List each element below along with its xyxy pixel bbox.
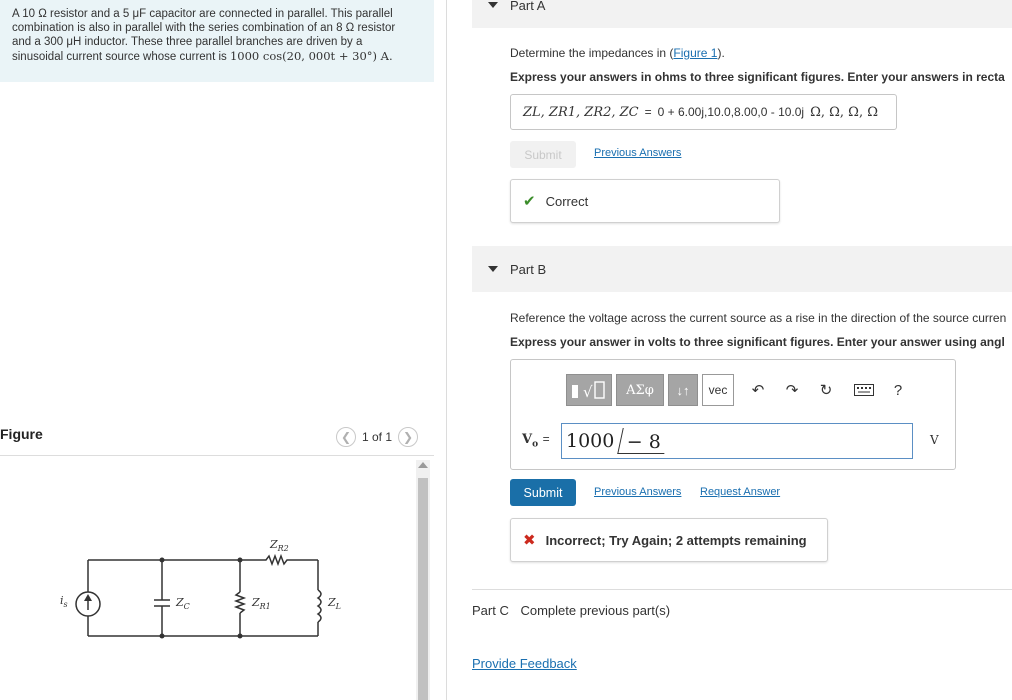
part-a-answer-field: ZL, ZR1, ZR2, ZC = 0 + 6.00j,10.0,8.00,0… xyxy=(510,94,897,130)
part-b-feedback: ✖ Incorrect; Try Again; 2 attempts remai… xyxy=(510,518,828,562)
part-b-submit-button[interactable]: Submit xyxy=(510,479,576,506)
part-b-header[interactable]: Part B xyxy=(472,246,1012,292)
templates-button[interactable]: √ xyxy=(566,374,612,406)
answer-value: 0 + 6.00j,10.0,8.00,0 - 10.0j xyxy=(657,105,805,119)
undo-icon[interactable]: ↶ xyxy=(744,376,772,404)
magnitude-value: 1000 xyxy=(566,430,615,452)
problem-line: and a 300 μH inductor. These three paral… xyxy=(12,36,363,48)
request-answer-link[interactable]: Request Answer xyxy=(700,486,780,498)
figure-scroll-thumb[interactable] xyxy=(418,478,428,700)
x-mark-icon: ✖ xyxy=(523,532,536,549)
part-b-label: Part B xyxy=(510,261,547,277)
part-b-instruction: Express your answer in volts to three si… xyxy=(510,335,1005,349)
next-figure-button[interactable]: ❯ xyxy=(398,427,419,447)
part-a-instruction: Express your answers in ohms to three si… xyxy=(510,70,1005,84)
answer-units: Ω, Ω, Ω, Ω xyxy=(810,104,879,120)
source-current-expression: 1000 cos(20, 000t + 30°) A. xyxy=(229,49,393,63)
zl-label: ZL xyxy=(327,596,341,611)
math-toolbar: √ ΑΣφ ↓↑ vec ↶ ↷ ↻ ? xyxy=(566,374,912,406)
prev-figure-button[interactable]: ❮ xyxy=(336,427,356,447)
angle-symbol: − 8 xyxy=(617,428,671,454)
part-a-prompt: Determine the impedances in (Figure 1). xyxy=(510,46,725,60)
angle-value: − 8 xyxy=(627,431,662,453)
problem-statement: A 10 Ω resistor and a 5 μF capacitor are… xyxy=(0,0,434,82)
part-c-status: Complete previous part(s) xyxy=(520,603,671,618)
zc-label: ZC xyxy=(175,596,190,611)
part-b-previous-answers-link[interactable]: Previous Answers xyxy=(594,486,681,498)
provide-feedback-link[interactable]: Provide Feedback xyxy=(472,656,577,671)
sub-superscript-button[interactable]: ↓↑ xyxy=(668,374,698,406)
keyboard-icon[interactable] xyxy=(850,376,878,404)
voltage-input[interactable]: 1000 − 8 xyxy=(561,423,913,459)
zr1-label: ZR1 xyxy=(251,596,271,611)
part-c-row: Part C Complete previous part(s) xyxy=(472,603,670,618)
voltage-label: Vo = xyxy=(522,432,550,450)
voltage-unit: V xyxy=(930,433,939,447)
problem-line: combination is also in parallel with the… xyxy=(12,22,396,34)
fraction-sqrt-icon: √ xyxy=(572,381,605,401)
collapse-caret-icon[interactable] xyxy=(488,2,498,8)
figure-title: Figure xyxy=(0,426,43,442)
answer-variables: ZL, ZR1, ZR2, ZC xyxy=(523,104,639,120)
scroll-up-arrow-icon[interactable] xyxy=(418,462,428,468)
greek-symbols-button[interactable]: ΑΣφ xyxy=(616,374,664,406)
problem-line: sinusoidal current source whose current … xyxy=(12,49,393,63)
problem-line: A 10 Ω resistor and a 5 μF capacitor are… xyxy=(12,8,393,20)
part-b-prompt: Reference the voltage across the current… xyxy=(510,311,1007,325)
figure-pager: ❮ 1 of 1 ❯ xyxy=(336,427,419,447)
figure-link[interactable]: Figure 1 xyxy=(673,46,717,60)
svg-text:√: √ xyxy=(583,383,593,401)
source-label: is xyxy=(60,594,68,609)
reset-icon[interactable]: ↻ xyxy=(812,376,840,404)
figure-divider xyxy=(0,455,434,456)
part-a-feedback: ✔ Correct xyxy=(510,179,780,223)
pager-count: 1 of 1 xyxy=(362,430,393,444)
checkmark-icon: ✔ xyxy=(523,193,536,210)
zr2-label: ZR2 xyxy=(269,538,289,553)
part-divider xyxy=(472,589,1012,590)
vector-button[interactable]: vec xyxy=(702,374,734,406)
part-c-label: Part C xyxy=(472,603,509,618)
collapse-caret-icon[interactable] xyxy=(488,266,498,272)
part-a-submit-button[interactable]: Submit xyxy=(510,141,576,168)
part-a-label: Part A xyxy=(510,0,546,13)
panel-divider xyxy=(446,0,447,700)
part-a-previous-answers-link[interactable]: Previous Answers xyxy=(594,147,681,159)
help-icon[interactable]: ? xyxy=(884,376,912,404)
part-a-header[interactable]: Part A xyxy=(472,0,1012,28)
circuit-diagram: is ZC ZR1 ZR2 ZL xyxy=(60,538,341,639)
redo-icon[interactable]: ↷ xyxy=(778,376,806,404)
